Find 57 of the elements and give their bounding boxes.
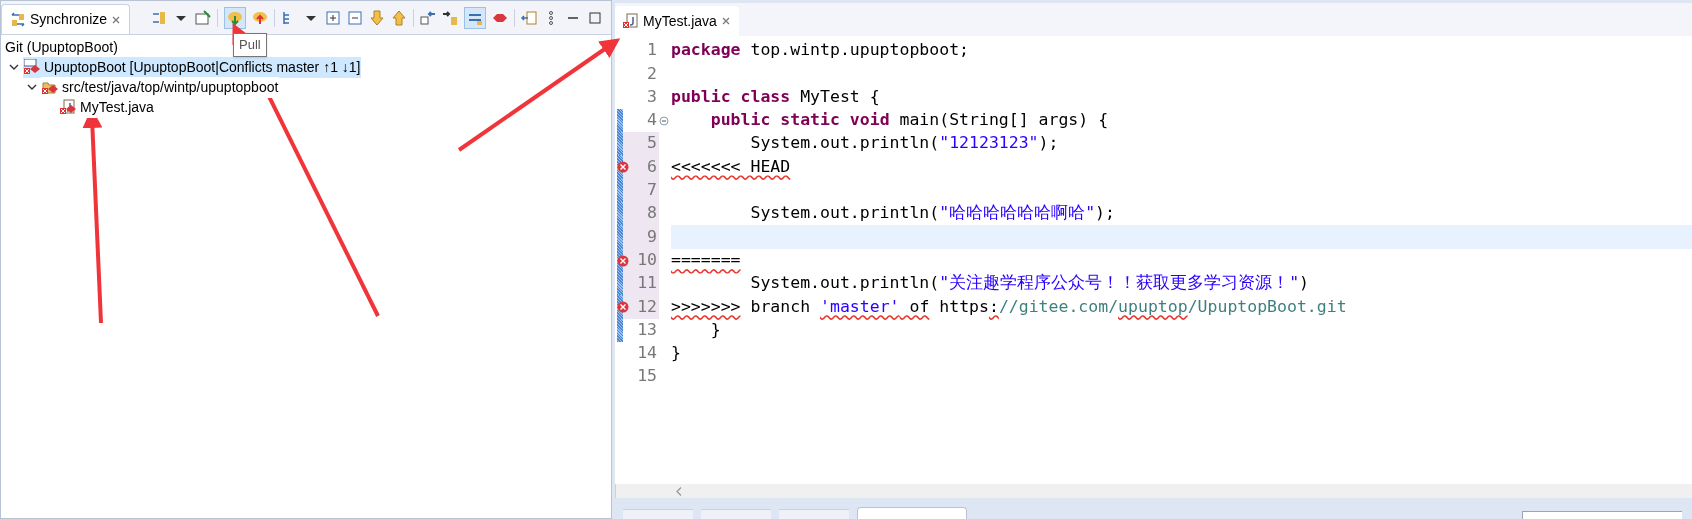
java-file-icon	[623, 13, 639, 29]
project-icon	[24, 59, 40, 75]
expand-all-icon[interactable]	[325, 10, 341, 26]
expanded-icon[interactable]	[9, 62, 19, 72]
code-line: <<<<<<< HEAD	[671, 155, 791, 178]
arrow-up-icon[interactable]	[391, 10, 407, 26]
code-line: public class MyTest {	[671, 85, 880, 108]
line-number: 14	[637, 342, 657, 365]
incoming-icon[interactable]	[420, 10, 436, 26]
line-number: 7	[647, 179, 657, 202]
code-line: System.out.println("关注趣学程序公众号！！获取更多学习资源！")	[749, 272, 1310, 295]
line-number: 9	[647, 225, 657, 248]
folder-icon	[42, 79, 58, 95]
editor-tab[interactable]: MyTest.java	[615, 6, 739, 36]
code-line: }	[671, 342, 681, 365]
pin-icon[interactable]	[195, 10, 211, 26]
line-number: 4	[647, 109, 657, 132]
code-line: System.out.println("哈哈哈哈哈哈啊哈");	[749, 202, 1115, 225]
arrow-down-icon[interactable]	[369, 10, 385, 26]
close-icon[interactable]	[720, 16, 731, 26]
line-number: 13	[637, 318, 657, 341]
line-number: 3	[647, 85, 657, 108]
repository-label: Git (UpuptopBoot)	[4, 38, 119, 57]
tooltip: Pull	[233, 33, 267, 57]
line-number: 6	[647, 155, 657, 178]
code-line: >>>>>>> branch 'master' of https://gitee.com/upuptop/UpuptopBoot.git	[671, 295, 1347, 318]
code-line: package top.wintp.upuptopboot;	[671, 39, 970, 62]
line-number: 12	[637, 295, 657, 318]
code-line: System.out.println("12123123");	[749, 132, 1059, 155]
line-number: 10	[637, 248, 657, 271]
java-file-icon	[60, 99, 76, 115]
code-line: }	[709, 318, 721, 341]
push-icon[interactable]	[252, 10, 268, 26]
tree-item[interactable]: UpuptopBoot [UpuptopBoot|Conflicts master ↑1 ↓1]	[23, 56, 362, 78]
scroll-left-icon[interactable]	[676, 486, 682, 496]
code-line: =======	[671, 248, 741, 271]
line-number: 2	[647, 62, 657, 85]
outgoing-icon[interactable]	[442, 10, 458, 26]
tree-item[interactable]: MyTest.java	[59, 96, 155, 118]
compare-icon[interactable]	[521, 10, 537, 26]
collapse-all-icon[interactable]	[347, 10, 363, 26]
maximize-icon[interactable]	[587, 10, 603, 26]
line-number: 8	[647, 202, 657, 225]
expanded-icon[interactable]	[27, 82, 37, 92]
code-line: public static void main(String[] args) {	[709, 109, 1109, 132]
filter-field[interactable]	[1522, 511, 1682, 519]
fold-icon[interactable]	[659, 115, 669, 126]
line-number: 5	[647, 132, 657, 155]
line-number: 11	[637, 272, 657, 295]
line-number: 15	[637, 365, 657, 388]
tree-item[interactable]: src/test/java/top/wintp/upuptopboot	[41, 76, 280, 98]
view-tab[interactable]: Synchronize	[1, 4, 131, 34]
sync-icon	[10, 11, 26, 28]
close-icon[interactable]	[111, 14, 122, 25]
line-number: 1	[647, 39, 657, 62]
code-editor[interactable]	[615, 36, 1692, 484]
sync-icon[interactable]	[151, 10, 167, 26]
